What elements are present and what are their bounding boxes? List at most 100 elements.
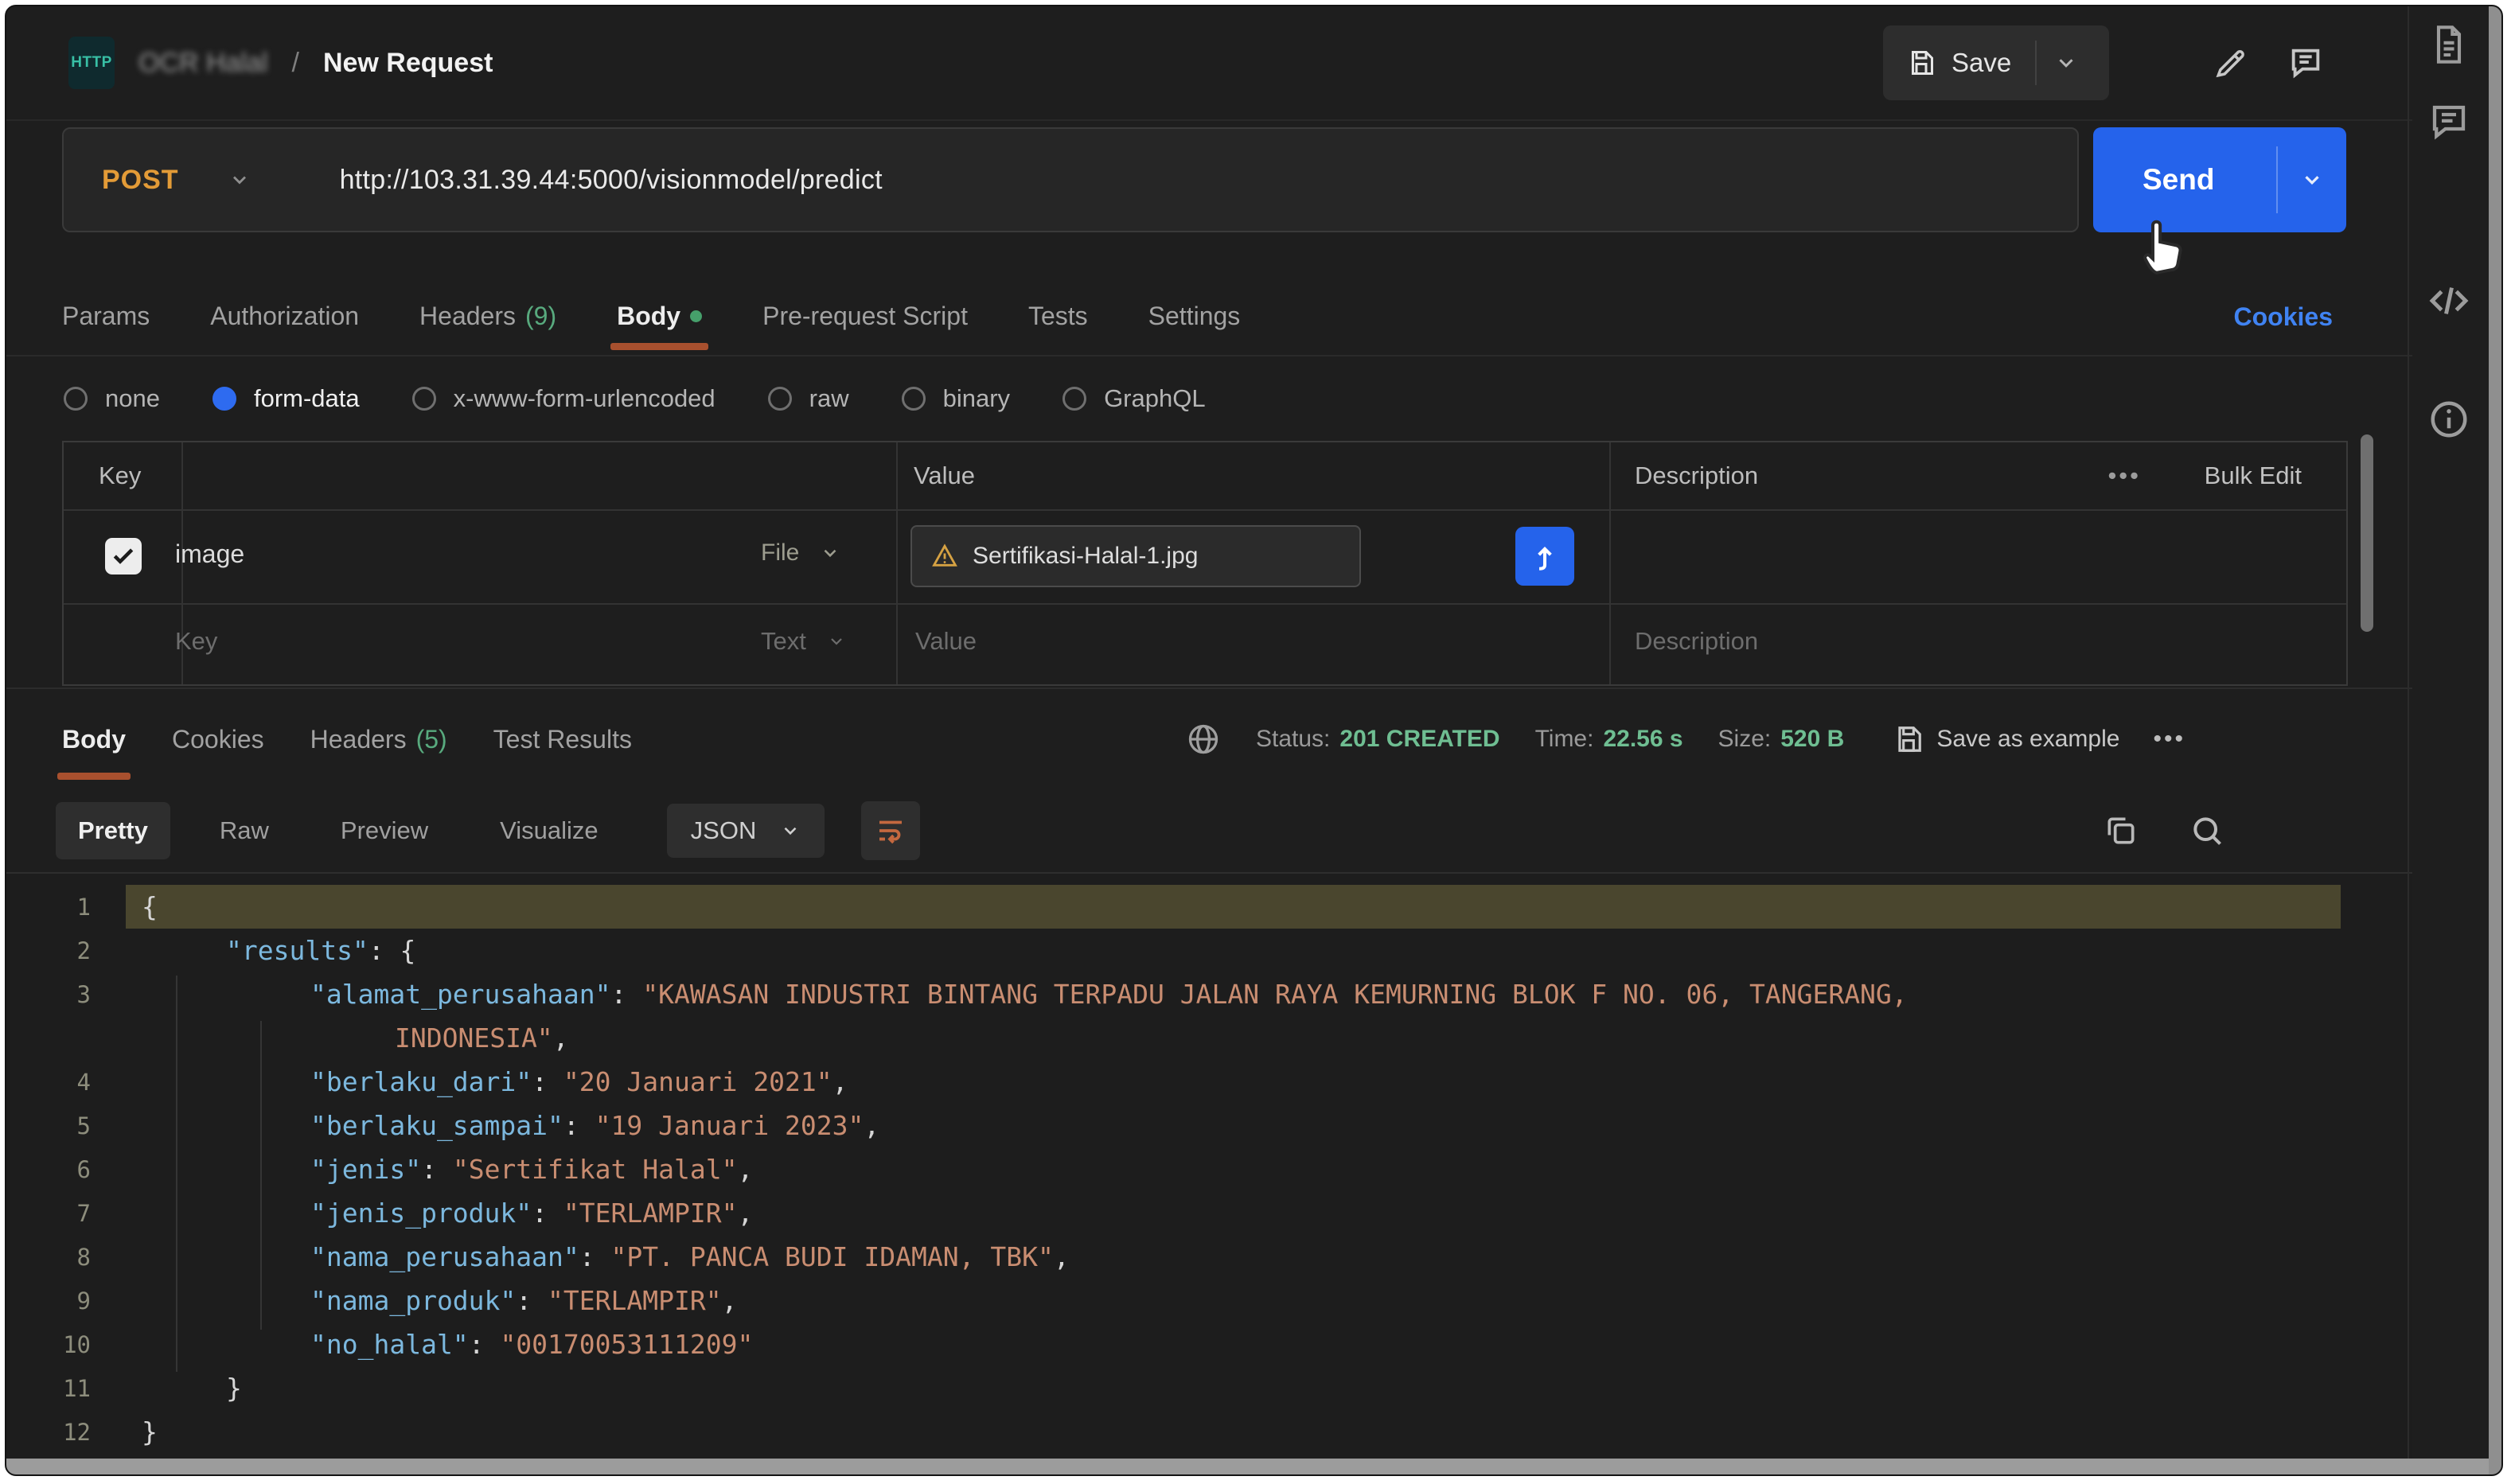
search-icon[interactable] <box>2189 813 2224 848</box>
response-more-button[interactable]: ••• <box>2153 726 2185 753</box>
info-icon[interactable] <box>2409 398 2489 441</box>
reupload-file-button[interactable] <box>1515 527 1574 586</box>
value-type-select-placeholder[interactable]: Text <box>761 627 846 656</box>
response-body-json: 1{2 "results": {3 "alamat_perusahaan": "KA… <box>6 872 2412 1463</box>
line-number: 1 <box>76 893 91 921</box>
tab-label: Authorization <box>210 301 360 330</box>
description-input-placeholder[interactable]: Description <box>1635 627 1758 656</box>
indent-guide <box>260 1021 262 1330</box>
json-key: "alamat_perusahaan" <box>310 979 611 1010</box>
json-punct: , <box>864 1110 880 1141</box>
row-checkbox[interactable] <box>105 538 142 575</box>
json-punct: : <box>468 1329 501 1360</box>
comments-button[interactable] <box>2279 37 2332 89</box>
edit-pencil-button[interactable] <box>2205 37 2257 89</box>
radio-icon <box>901 387 926 411</box>
json-punct: : <box>579 1241 611 1272</box>
column-header-description: Description <box>1635 462 1759 489</box>
tab-pre-request-script[interactable]: Pre-request Script <box>762 277 968 355</box>
body-mode-label: GraphQL <box>1104 384 1206 412</box>
response-tab-body[interactable]: Body <box>57 689 131 789</box>
code-line: 7 "jenis_produk": "TERLAMPIR", <box>6 1191 2412 1235</box>
json-key: "jenis_produk" <box>310 1198 532 1229</box>
response-tab-test-results[interactable]: Test Results <box>493 689 632 789</box>
send-button[interactable]: Send <box>2093 163 2276 197</box>
url-input[interactable]: http://103.31.39.44:5000/visionmodel/pre… <box>340 165 883 196</box>
view-tab-visualize[interactable]: Visualize <box>478 802 621 859</box>
copy-icon[interactable] <box>2104 813 2139 848</box>
wrap-lines-button[interactable] <box>861 801 921 860</box>
response-tab-cookies[interactable]: Cookies <box>172 689 264 789</box>
format-select[interactable]: JSON <box>666 804 825 858</box>
comments-sidebar-icon[interactable] <box>2409 100 2489 143</box>
body-mode-none[interactable]: none <box>64 384 160 413</box>
value-type-select[interactable]: File <box>761 539 840 567</box>
tab-count: (9) <box>524 301 557 330</box>
save-icon <box>1907 49 1936 77</box>
code-line-content: } <box>126 1366 2341 1410</box>
save-button[interactable]: Save <box>1883 25 2035 100</box>
tab-authorization[interactable]: Authorization <box>210 277 359 355</box>
tab-settings[interactable]: Settings <box>1148 277 1241 355</box>
body-mode-form-data[interactable]: form-data <box>212 384 360 413</box>
tab-headers[interactable]: Headers (9) <box>419 277 556 355</box>
key-input-placeholder[interactable]: Key <box>175 627 217 656</box>
documentation-icon[interactable] <box>2409 24 2489 65</box>
save-as-example-button[interactable]: Save as example <box>1893 724 2119 754</box>
bulk-edit-link[interactable]: Bulk Edit <box>2205 462 2302 490</box>
table-scrollbar-thumb[interactable] <box>2361 434 2373 632</box>
response-header: Body Cookies Headers (5) Test Results Status… <box>6 687 2412 789</box>
view-tabs: Pretty Raw Preview Visualize <box>56 802 621 859</box>
breadcrumb-collection[interactable]: OCR Halal <box>138 48 267 79</box>
body-mode-binary[interactable]: binary <box>901 384 1011 413</box>
body-mode-options: none form-data x-www-form-urlencoded raw bin… <box>6 361 2412 436</box>
value-input-placeholder[interactable]: Value <box>915 627 977 656</box>
response-tab-headers[interactable]: Headers (5) <box>310 689 447 789</box>
line-number: 8 <box>76 1243 91 1271</box>
line-number: 11 <box>63 1374 91 1402</box>
view-tab-preview[interactable]: Preview <box>318 802 450 859</box>
body-mode-label: binary <box>942 384 1011 412</box>
save-dropdown-caret[interactable] <box>2037 25 2096 100</box>
right-sidebar <box>2408 6 2489 1459</box>
method-caret-icon <box>228 169 251 191</box>
body-mode-raw[interactable]: raw <box>767 384 849 413</box>
key-cell[interactable]: image <box>175 539 244 569</box>
tab-tests[interactable]: Tests <box>1028 277 1088 355</box>
radio-icon <box>64 387 88 411</box>
code-line: 10 "no_halal": "00170053111209" <box>6 1322 2412 1366</box>
radio-icon <box>767 387 792 411</box>
value-type-label: File <box>761 539 800 566</box>
send-dropdown-caret[interactable] <box>2278 168 2346 192</box>
view-tab-pretty[interactable]: Pretty <box>56 802 170 859</box>
code-line-content: "no_halal": "00170053111209" <box>126 1322 2341 1366</box>
code-line-content: "nama_produk": "TERLAMPIR", <box>126 1279 2341 1322</box>
indent-guide <box>176 976 177 1372</box>
screenshot-frame: HTTP OCR Halal / New Request Save POST h… <box>0 0 2511 1484</box>
placeholder-row: Key Text Value Description <box>64 605 2346 684</box>
tab-body[interactable]: Body <box>610 277 709 355</box>
window-horizontal-scrollbar[interactable] <box>6 1459 2489 1474</box>
json-key: "berlaku_sampai" <box>310 1110 563 1141</box>
table-more-button[interactable]: ••• <box>2107 462 2141 490</box>
method-select[interactable]: POST <box>64 165 179 196</box>
body-mode-x-www-form-urlencoded[interactable]: x-www-form-urlencoded <box>411 384 715 413</box>
globe-icon[interactable] <box>1186 722 1221 757</box>
cookies-link[interactable]: Cookies <box>2234 277 2333 356</box>
json-key: "jenis" <box>310 1154 422 1185</box>
selected-file-chip[interactable]: Sertifikasi-Halal-1.jpg <box>910 525 1361 587</box>
line-number: 3 <box>76 980 91 1008</box>
request-header-bar: HTTP OCR Halal / New Request Save <box>6 6 2412 121</box>
json-punct: : <box>563 1110 595 1141</box>
code-line: 2 "results": { <box>6 929 2412 972</box>
body-mode-graphql[interactable]: GraphQL <box>1062 384 1206 413</box>
tab-params[interactable]: Params <box>62 277 150 355</box>
view-tab-raw[interactable]: Raw <box>197 802 291 859</box>
window-vertical-scrollbar[interactable] <box>2489 6 2501 1474</box>
line-number: 7 <box>76 1199 91 1227</box>
tab-count: (5) <box>415 724 447 754</box>
body-active-dot-icon <box>690 310 703 322</box>
code-snippet-icon[interactable] <box>2409 278 2489 323</box>
code-line: 4 "berlaku_dari": "20 Januari 2021", <box>6 1060 2412 1104</box>
tab-label: Test Results <box>493 724 632 754</box>
